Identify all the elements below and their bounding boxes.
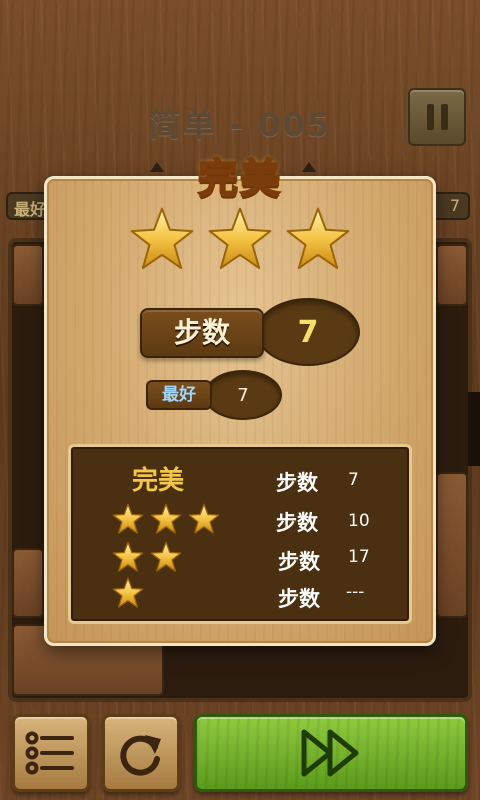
wood-block[interactable]: [436, 472, 468, 618]
rank-moves-label: 步数: [276, 511, 318, 535]
star-icon: [112, 541, 144, 577]
moves-value-oval: 7: [256, 298, 360, 366]
star-icon: [129, 206, 195, 276]
rank-moves-label: 步数: [276, 471, 318, 495]
best-value: 7: [237, 385, 249, 406]
rank-moves-label: 步数: [278, 550, 320, 574]
star-icon: [285, 206, 351, 276]
restart-icon: [120, 735, 161, 776]
star-icon: [207, 206, 273, 276]
star-icon: [188, 503, 220, 539]
wood-block[interactable]: [436, 244, 468, 306]
wood-block[interactable]: [12, 244, 44, 306]
menu-list-icon: [25, 731, 74, 775]
best-value-oval: 7: [204, 370, 282, 420]
star-icon: [150, 541, 182, 577]
star-icon: [150, 503, 182, 539]
next-level-button[interactable]: [194, 714, 468, 792]
moves-label: 步数: [140, 308, 264, 358]
earned-stars: [44, 206, 436, 276]
rank-moves-value: ---: [346, 582, 365, 602]
pause-button[interactable]: [408, 88, 466, 146]
best-label: 最好: [146, 380, 212, 410]
result-title: 完美: [197, 155, 282, 203]
rank-moves-value: 17: [348, 547, 370, 567]
moves-value: 7: [297, 315, 319, 350]
restart-button[interactable]: [102, 714, 180, 792]
rank-moves-value: 10: [348, 511, 370, 531]
menu-button[interactable]: [12, 714, 90, 792]
rank-moves-label: 步数: [278, 587, 320, 611]
star-icon: [112, 577, 144, 613]
ranking-title: 完美: [132, 466, 185, 496]
wood-block[interactable]: [12, 548, 44, 618]
pause-icon: [426, 104, 434, 130]
exit-gap: [468, 392, 480, 466]
fast-forward-icon: [301, 729, 359, 777]
rank-moves-value: 7: [348, 470, 359, 490]
star-icon: [112, 503, 144, 539]
